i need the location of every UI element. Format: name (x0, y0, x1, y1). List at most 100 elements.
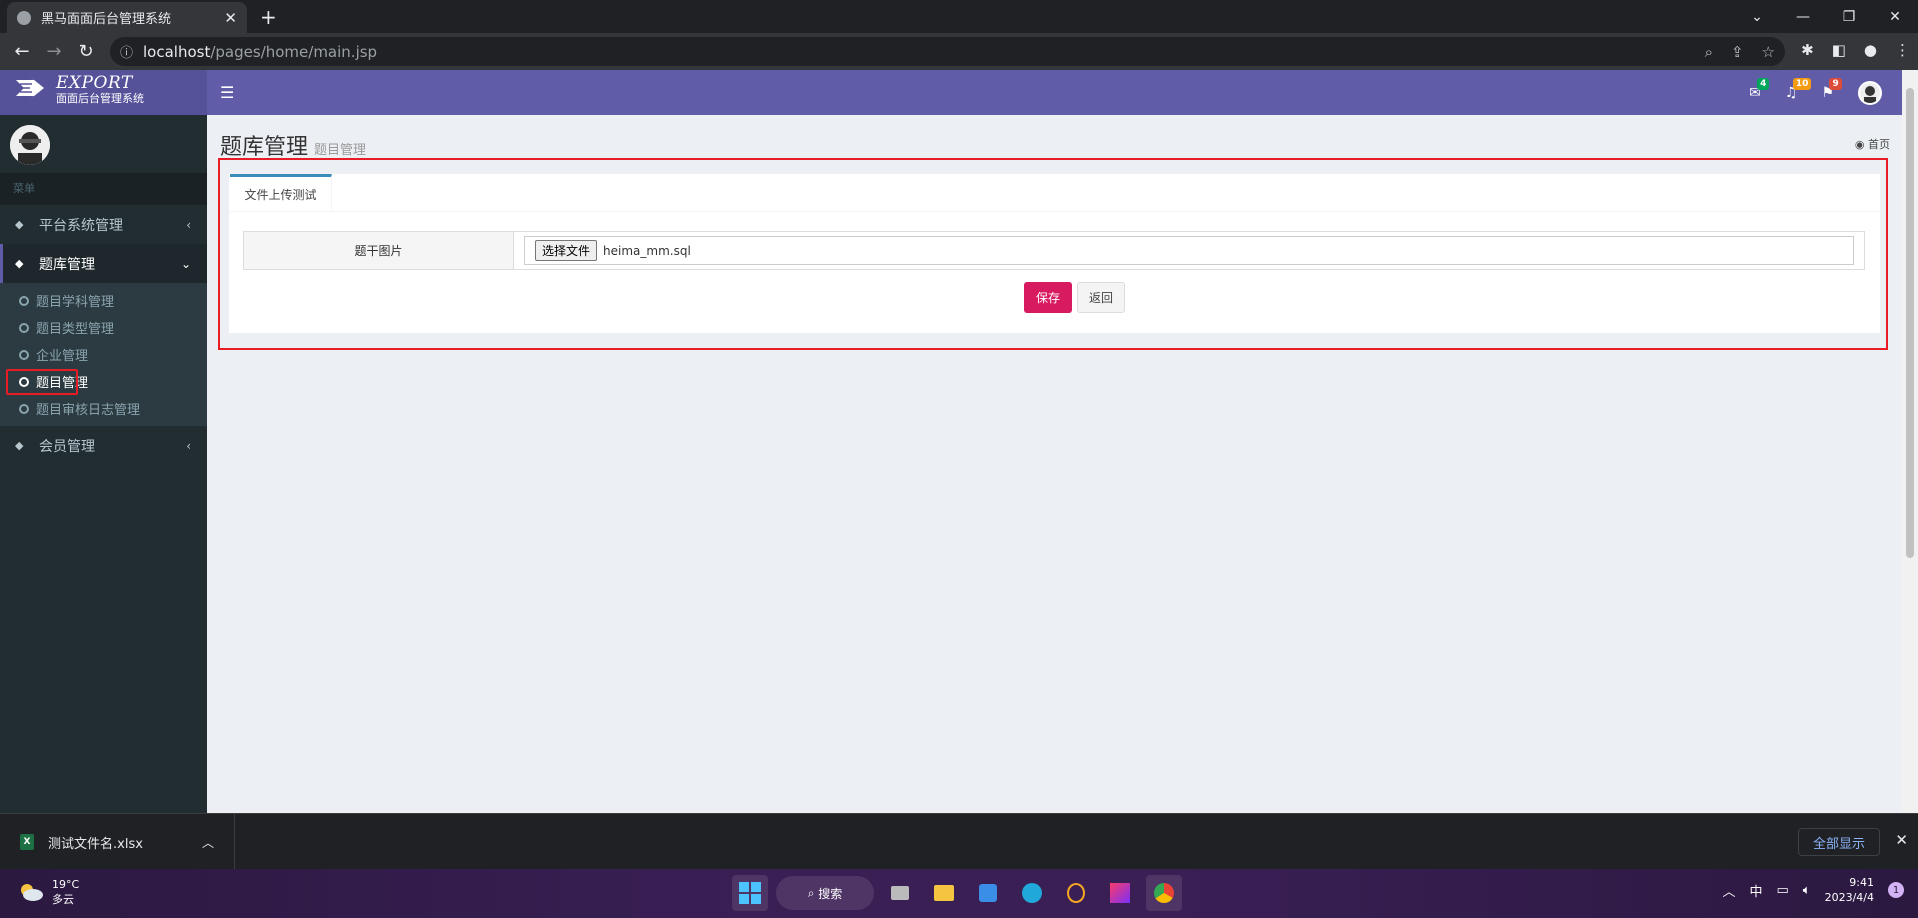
sub-item-company[interactable]: 企业管理 (0, 341, 207, 368)
cube-icon: ◆ (15, 218, 24, 231)
tab-close-icon[interactable]: ✕ (224, 9, 237, 27)
tab-search-icon[interactable]: ⌄ (1734, 0, 1780, 33)
back-icon[interactable]: ← (6, 41, 38, 62)
chevron-up-icon[interactable]: ︿ (1722, 881, 1735, 900)
reload-icon[interactable]: ↻ (70, 41, 102, 62)
sidebar-toggle-icon[interactable]: ☰ (220, 83, 234, 102)
file-input[interactable]: 选择文件 heima_mm.sql (524, 236, 1854, 265)
profile-icon[interactable]: ● (1864, 41, 1877, 59)
circle-icon (19, 295, 29, 306)
edge-icon[interactable] (1014, 875, 1050, 911)
new-tab-icon[interactable]: + (260, 5, 277, 29)
ime-indicator[interactable]: 中 (1749, 881, 1762, 900)
bell-badge: 10 (1792, 77, 1812, 90)
share-icon[interactable]: ⇪ (1731, 43, 1744, 61)
browser-tabstrip: 黑马面面后台管理系统 ✕ + ⌄ — ❐ ✕ (0, 0, 1918, 33)
task-view-icon[interactable] (882, 875, 918, 911)
store-icon[interactable] (970, 875, 1006, 911)
tab-file-upload[interactable]: 文件上传测试 (230, 174, 332, 212)
intellij-icon[interactable] (1102, 875, 1138, 911)
sidebar-item-label: 平台系统管理 (39, 217, 123, 234)
clock[interactable]: 9:41 2023/4/4 (1825, 875, 1874, 905)
sidebar-item-platform[interactable]: ◆ 平台系统管理 ‹ (0, 205, 207, 244)
flag-icon[interactable]: ⚑ 9 (1821, 77, 1842, 101)
info-icon[interactable]: ⓘ (120, 42, 133, 61)
sidebar-item-question-bank[interactable]: ◆ 题库管理 ⌄ (0, 244, 207, 283)
chevron-up-icon[interactable]: ︿ (202, 834, 214, 851)
chevron-down-icon: ⌄ (180, 256, 191, 271)
breadcrumb[interactable]: ◉ 首页 (1855, 136, 1890, 152)
mail-icon[interactable]: ✉ 4 (1749, 77, 1770, 101)
scroll-thumb[interactable] (1906, 88, 1914, 558)
download-bar: X 测试文件名.xlsx ︿ 全部显示 ✕ (0, 813, 1918, 870)
user-panel (0, 115, 207, 173)
circle-icon (19, 403, 29, 414)
dashboard-icon: ◉ (1854, 138, 1865, 151)
browser-toolbar: ← → ↻ ⓘ localhost/pages/home/main.jsp ⌕ … (0, 33, 1918, 70)
app-icon[interactable] (1058, 875, 1094, 911)
menu-header: 菜单 (0, 173, 207, 205)
save-button[interactable]: 保存 (1024, 282, 1072, 313)
user-avatar (10, 125, 50, 165)
cube-icon: ◆ (15, 257, 24, 270)
upload-panel: 文件上传测试 题干图片 选择文件 heima_mm.sql 保存 返回 (229, 173, 1880, 333)
side-panel-icon[interactable]: ◧ (1832, 41, 1846, 59)
header-avatar[interactable] (1858, 80, 1882, 105)
sub-item-subject[interactable]: 题目学科管理 (0, 287, 207, 314)
bell-icon[interactable]: ♫ 10 (1785, 77, 1812, 101)
globe-icon (17, 10, 31, 25)
header-icons: ✉ 4 ♫ 10 ⚑ 9 (1749, 70, 1902, 115)
sidebar: 菜单 ◆ 平台系统管理 ‹ ◆ 题库管理 ⌄ 题目学科管理 题目类型管理 企业管… (0, 115, 207, 813)
network-icon[interactable]: ▭ (1776, 883, 1788, 898)
show-all-button[interactable]: 全部显示 (1797, 828, 1880, 856)
sidebar-item-members[interactable]: ◆ 会员管理 ‹ (0, 426, 207, 465)
restore-icon[interactable]: ❐ (1826, 0, 1872, 33)
sidebar-item-label: 会员管理 (39, 438, 95, 455)
bookmark-star-icon[interactable]: ☆ (1762, 43, 1775, 61)
date: 2023/4/4 (1824, 891, 1874, 904)
weather-text: 19°C 多云 (52, 877, 79, 907)
weather-condition: 多云 (52, 893, 74, 906)
sub-item-label: 企业管理 (36, 349, 89, 364)
taskbar-search[interactable]: ⌕ 搜索 (776, 876, 874, 910)
logo-arrow-icon (16, 75, 44, 101)
panel-tabbar: 文件上传测试 (229, 174, 1880, 212)
sub-item-type[interactable]: 题目类型管理 (0, 314, 207, 341)
address-bar[interactable]: ⓘ localhost/pages/home/main.jsp ⌕ ⇪ ☆ (110, 37, 1785, 66)
menu-kebab-icon[interactable]: ⋮ (1895, 41, 1910, 59)
choose-file-button[interactable]: 选择文件 (535, 240, 598, 261)
taskbar-apps: ⌕ 搜索 (732, 875, 1182, 911)
chevron-left-icon: ‹ (186, 217, 191, 232)
omnibox-actions: ⌕ ⇪ ☆ (1705, 43, 1775, 61)
field-label: 题干图片 (244, 232, 514, 269)
close-download-bar-icon[interactable]: ✕ (1895, 831, 1908, 849)
close-window-icon[interactable]: ✕ (1872, 0, 1918, 33)
file-explorer-icon[interactable] (926, 875, 962, 911)
field-input-cell: 选择文件 heima_mm.sql (514, 232, 1864, 269)
logo[interactable]: EXPORT 面面后台管理系统 (0, 70, 207, 115)
minimize-icon[interactable]: — (1780, 0, 1826, 33)
sub-item-label: 题目审核日志管理 (36, 403, 141, 418)
back-button[interactable]: 返回 (1077, 282, 1125, 313)
volume-icon[interactable]: 🔈︎ (1803, 883, 1811, 898)
chrome-icon[interactable] (1146, 875, 1182, 911)
logo-subtitle: 面面后台管理系统 (56, 92, 144, 105)
page-title: 题库管理 题目管理 (220, 129, 366, 161)
zoom-icon[interactable]: ⌕ (1705, 43, 1713, 61)
excel-file-icon: X (20, 834, 34, 850)
start-button[interactable] (732, 875, 768, 911)
extensions-icon[interactable]: ✱ (1801, 41, 1814, 59)
sidebar-item-label: 题库管理 (39, 256, 95, 273)
page-title-text: 题库管理 (220, 135, 309, 160)
sub-item-audit-log[interactable]: 题目审核日志管理 (0, 395, 207, 422)
notification-badge[interactable]: 1 (1888, 882, 1904, 898)
forward-icon[interactable]: → (38, 41, 70, 62)
page-scrollbar[interactable] (1902, 70, 1918, 813)
form-row: 题干图片 选择文件 heima_mm.sql (243, 231, 1865, 270)
weather-widget[interactable]: 19°C 多云 (18, 877, 79, 907)
avatar-image (10, 125, 50, 165)
browser-tab[interactable]: 黑马面面后台管理系统 ✕ (7, 2, 247, 33)
system-tray: ︿ 中 ▭ 🔈︎ 9:41 2023/4/4 1 (1722, 875, 1904, 905)
download-item[interactable]: X 测试文件名.xlsx ︿ (0, 814, 235, 870)
windows-logo-icon (739, 882, 761, 904)
